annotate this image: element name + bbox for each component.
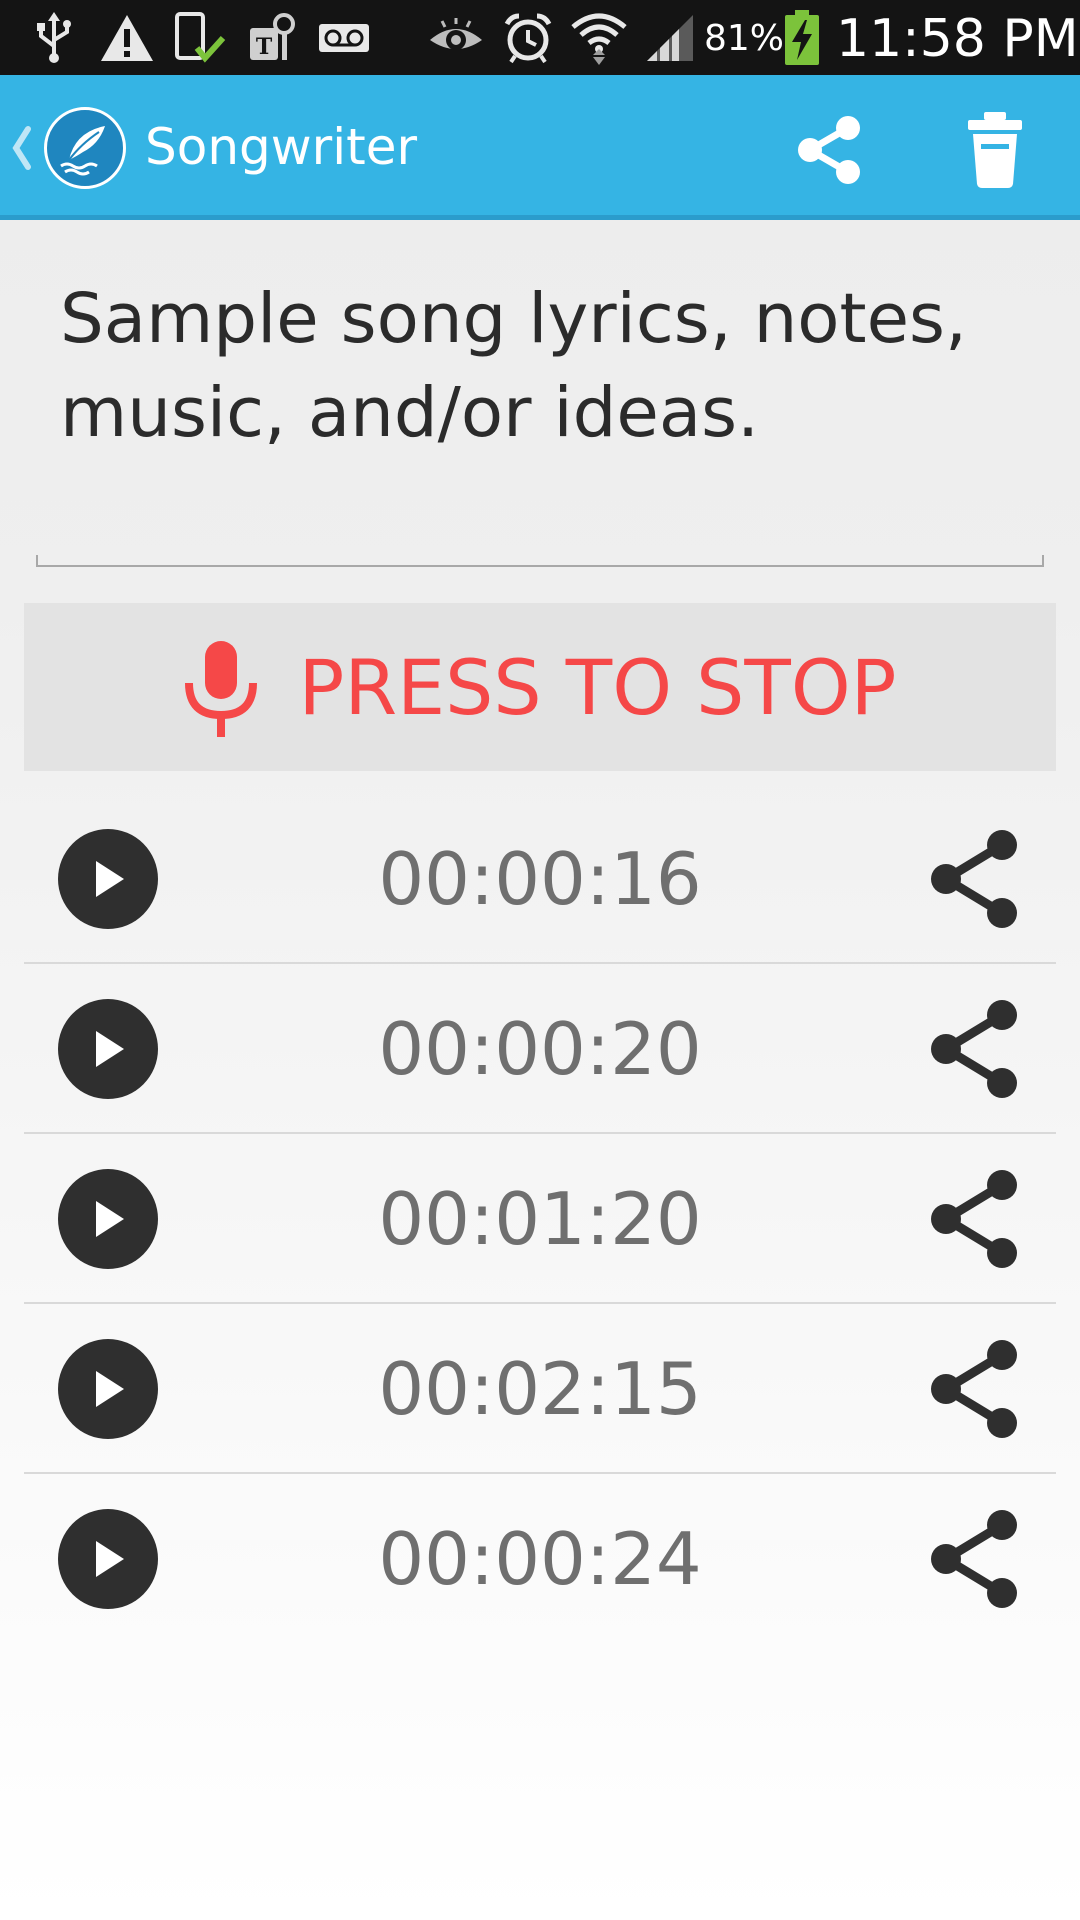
play-icon bbox=[96, 1541, 124, 1577]
recording-duration: 00:00:16 bbox=[378, 837, 702, 921]
recording-duration: 00:00:24 bbox=[378, 1517, 702, 1601]
status-time: 11:58 PM bbox=[836, 9, 1079, 69]
app-logo-feather-icon[interactable] bbox=[44, 107, 126, 189]
app-title: Songwriter bbox=[145, 118, 418, 176]
battery-charging-icon bbox=[782, 9, 822, 65]
lyrics-field-underline bbox=[36, 555, 1044, 567]
recording-row: 00:01:20 bbox=[24, 1134, 1056, 1304]
recording-duration: 00:02:15 bbox=[378, 1347, 702, 1431]
action-bar-divider bbox=[0, 215, 1080, 220]
recording-row: 00:02:15 bbox=[24, 1304, 1056, 1474]
share-icon bbox=[931, 1170, 1017, 1268]
battery-percent: 81% bbox=[704, 18, 785, 59]
recording-duration: 00:01:20 bbox=[378, 1177, 702, 1261]
share-icon bbox=[931, 1510, 1017, 1608]
share-recording-button[interactable] bbox=[924, 1167, 1024, 1271]
play-button[interactable] bbox=[58, 999, 158, 1099]
recording-row: 00:00:24 bbox=[24, 1474, 1056, 1644]
play-button[interactable] bbox=[58, 1339, 158, 1439]
play-icon bbox=[96, 1371, 124, 1407]
recordings-list: 00:00:16 00:00:20 00:01:20 00:02:15 00:0… bbox=[24, 794, 1056, 1644]
share-icon bbox=[931, 830, 1017, 928]
action-bar: Songwriter bbox=[0, 75, 1080, 215]
share-icon bbox=[931, 1340, 1017, 1438]
play-button[interactable] bbox=[58, 1509, 158, 1609]
share-icon bbox=[931, 1000, 1017, 1098]
recording-row: 00:00:20 bbox=[24, 964, 1056, 1134]
record-stop-button[interactable]: PRESS TO STOP bbox=[24, 603, 1056, 771]
recording-row: 00:00:16 bbox=[24, 794, 1056, 964]
warning-icon bbox=[98, 10, 156, 65]
play-icon bbox=[96, 1201, 124, 1237]
wifi-icon bbox=[570, 10, 628, 65]
share-recording-button[interactable] bbox=[924, 1507, 1024, 1611]
share-recording-button[interactable] bbox=[924, 1337, 1024, 1441]
voicemail-icon bbox=[318, 10, 370, 65]
microphone-icon bbox=[185, 641, 258, 737]
share-icon[interactable] bbox=[790, 110, 870, 190]
play-icon bbox=[96, 1031, 124, 1067]
share-recording-button[interactable] bbox=[924, 827, 1024, 931]
lyrics-text[interactable]: Sample song lyrics, notes, music, and/or… bbox=[60, 272, 1020, 460]
play-button[interactable] bbox=[58, 1169, 158, 1269]
share-recording-button[interactable] bbox=[924, 997, 1024, 1101]
eye-icon bbox=[428, 10, 484, 65]
back-chevron-icon[interactable] bbox=[10, 125, 34, 175]
alarm-icon bbox=[502, 10, 554, 65]
play-icon bbox=[96, 861, 124, 897]
record-button-label: PRESS TO STOP bbox=[298, 642, 897, 732]
play-button[interactable] bbox=[58, 829, 158, 929]
svg-text:T: T bbox=[256, 34, 273, 60]
trash-icon[interactable] bbox=[960, 110, 1030, 190]
device-check-icon bbox=[172, 10, 228, 65]
signal-icon bbox=[644, 10, 696, 65]
status-bar: T 81% 11:58 PM bbox=[0, 0, 1080, 75]
recording-duration: 00:00:20 bbox=[378, 1007, 702, 1091]
tmobile-icon: T bbox=[248, 10, 298, 65]
usb-icon bbox=[32, 10, 76, 65]
